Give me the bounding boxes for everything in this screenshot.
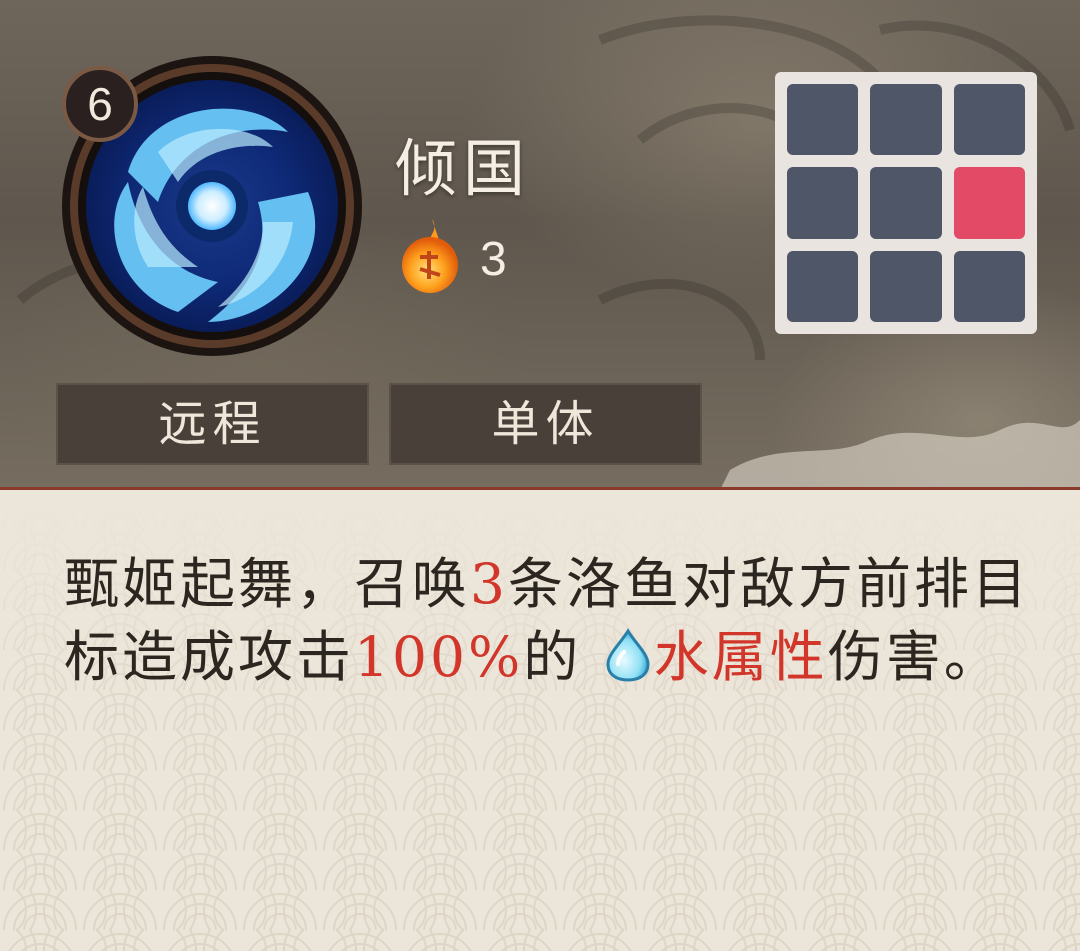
grid-cell (787, 167, 859, 239)
grid-cell (787, 84, 859, 156)
grid-cell (953, 84, 1025, 156)
cost-value: 3 (480, 233, 507, 286)
damage-percent: 100% (354, 625, 524, 689)
grid-cell (787, 250, 859, 322)
attack-range-grid (775, 72, 1037, 334)
desc-text: 伤害。 (827, 625, 1002, 689)
description-panel: 甄姬起舞，召唤3条洛鱼对敌方前排目标造成攻击100%的 水属性伤害。 (0, 487, 1080, 951)
fire-orb-icon (402, 219, 458, 293)
desc-text: 甄姬起舞，召唤 (64, 552, 471, 616)
skill-icon[interactable]: 6 (58, 52, 366, 360)
desc-text: 的 (523, 625, 582, 689)
grid-cell (870, 250, 942, 322)
skill-description: 甄姬起舞，召唤3条洛鱼对敌方前排目标造成攻击100%的 水属性伤害。 (64, 548, 1044, 694)
grid-cell (870, 167, 942, 239)
grid-cell-target (953, 167, 1025, 239)
skill-name: 倾国 (395, 132, 532, 205)
range-tag: 远程 (56, 383, 369, 465)
water-drop-icon (606, 628, 650, 682)
summon-count: 3 (470, 552, 509, 616)
grid-cell (953, 250, 1025, 322)
element-name: 水属性 (653, 625, 828, 689)
card-header: 6 倾国 3 远程 单体 (0, 0, 1080, 490)
target-tag: 单体 (389, 383, 702, 465)
skill-level-badge: 6 (62, 66, 138, 142)
skill-card: 6 倾国 3 远程 单体 甄姬起舞，召唤3条洛鱼对敌方前排目标造成攻击100%的… (0, 0, 1080, 951)
grid-cell (870, 84, 942, 156)
